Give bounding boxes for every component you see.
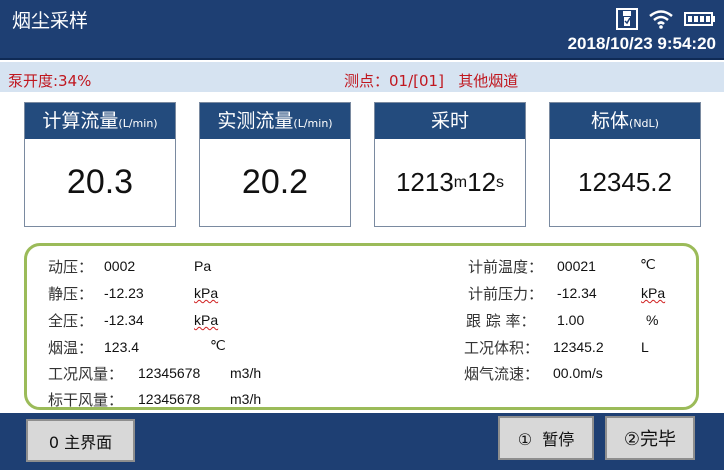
param-value: 12345.2 (553, 339, 604, 355)
param-unit: m3/h (230, 365, 262, 381)
datetime: 2018/10/23 9:54:20 (567, 34, 716, 53)
param-unit: kPa (194, 312, 219, 328)
title-bar: 烟尘采样 2018/10/23 9:54:20 (0, 0, 724, 60)
param-label: 计前温度： (468, 258, 544, 276)
param-value: -12.34 (557, 285, 597, 301)
param-label: 烟气流速： (464, 365, 540, 383)
param-unit: ℃ (640, 256, 656, 272)
param-label: 跟 踪 率： (466, 312, 536, 330)
param-value: 0002 (104, 258, 136, 274)
pump-opening: 泵开度:34% (8, 72, 92, 90)
param-unit: kPa (194, 285, 219, 301)
param-label: 烟温： (48, 339, 94, 357)
param-value: -12.34 (104, 312, 144, 328)
pause-button[interactable]: ① 暂停 (498, 416, 594, 460)
param-value: 12345678 (138, 391, 201, 407)
param-value: 1.00 (557, 312, 585, 328)
measured-flow-card: 实测流量(L/min) 20.2 (199, 102, 351, 227)
app-title: 烟尘采样 (12, 10, 89, 32)
param-label: 全压： (48, 312, 94, 330)
param-unit: ℃ (210, 337, 226, 353)
card-title: 采时 (375, 103, 525, 139)
param-label: 工况体积： (464, 339, 540, 357)
param-value: 12345678 (138, 365, 201, 381)
calc-flow-card: 计算流量(L/min) 20.3 (24, 102, 176, 227)
param-unit: Pa (194, 258, 212, 274)
status-bar: 泵开度:34% 测点：01/[01] 其他烟道 (0, 62, 724, 92)
sample-time-card: 采时 1213 m 12 s (374, 102, 526, 227)
finish-button[interactable]: ②完毕 (605, 416, 695, 460)
card-title: 计算流量(L/min) (25, 103, 175, 139)
measure-point: 测点：01/[01] 其他烟道 (344, 72, 519, 90)
card-title: 标体(NdL) (550, 103, 700, 139)
param-label: 静压： (48, 285, 94, 303)
calc-flow-value: 20.3 (66, 163, 134, 201)
battery-icon (684, 11, 716, 31)
wifi-icon (648, 9, 674, 33)
param-unit: L (641, 339, 649, 355)
param-label: 标干风量： (48, 391, 124, 409)
param-label: 工况风量： (48, 365, 124, 383)
param-value: 00.0m/s (553, 365, 603, 381)
card-title: 实测流量(L/min) (200, 103, 350, 139)
param-unit: % (646, 312, 659, 328)
std-volume-value: 12345.2 (578, 167, 672, 197)
param-label: 动压： (48, 258, 94, 276)
param-unit: kPa (641, 285, 666, 301)
measured-flow-value: 20.2 (241, 163, 309, 201)
param-value: -12.23 (104, 285, 144, 301)
main-menu-button[interactable]: 0 主界面 (26, 419, 135, 462)
sample-time-value: 1213 m 12 s (395, 167, 505, 197)
param-label: 计前压力： (468, 285, 544, 303)
param-value: 00021 (557, 258, 596, 274)
std-volume-card: 标体(NdL) 12345.2 (549, 102, 701, 227)
status-icons (616, 8, 716, 34)
usb-icon (616, 8, 638, 34)
param-unit: m3/h (230, 391, 262, 407)
param-value: 123.4 (104, 339, 140, 355)
